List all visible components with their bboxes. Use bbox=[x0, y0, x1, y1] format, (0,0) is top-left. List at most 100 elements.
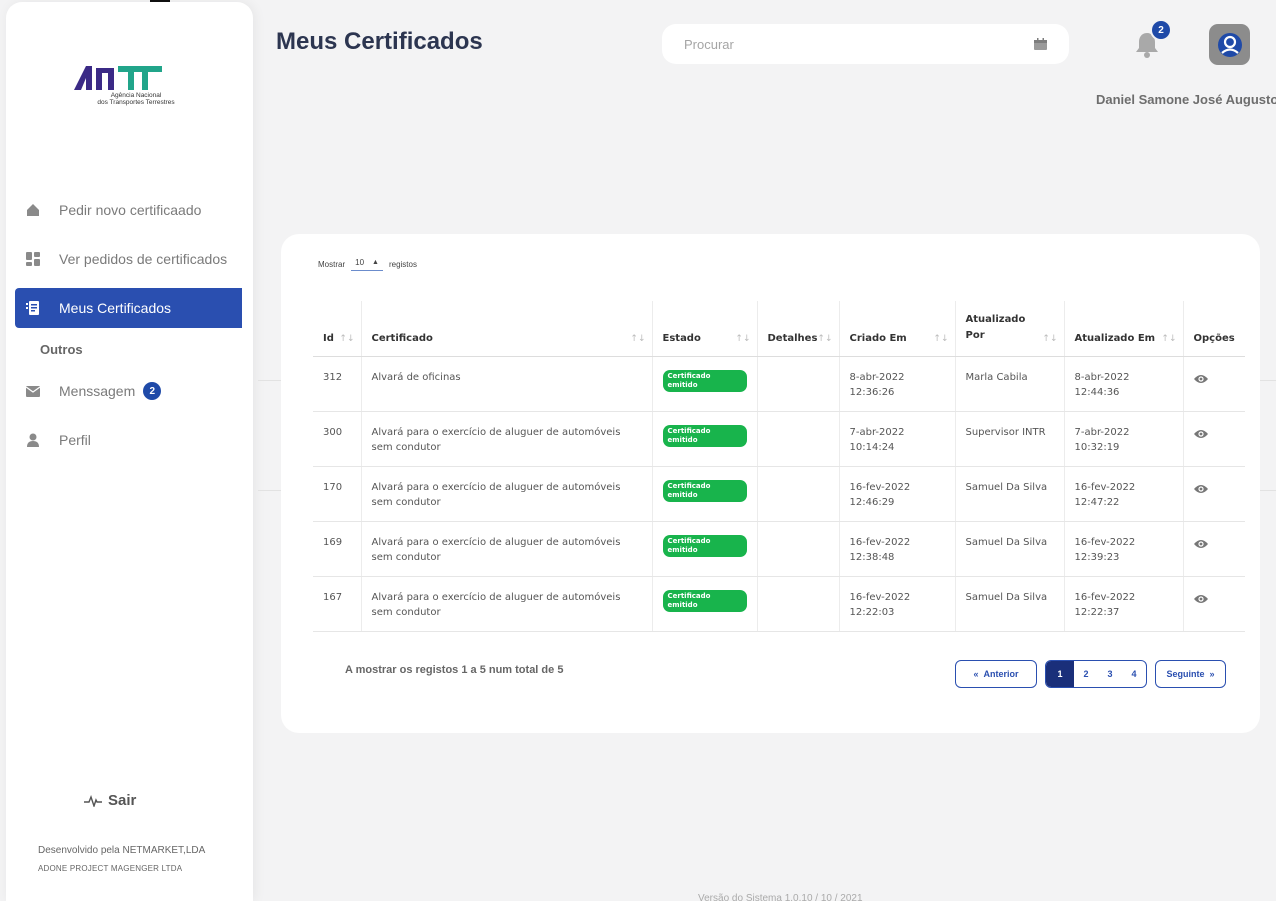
user-avatar-icon bbox=[1217, 32, 1242, 57]
certificates-table: Id ↑↓ Certificado ↑↓ Estado ↑↓ Detalhes ↑↓ C… bbox=[313, 301, 1245, 632]
sort-icon: ↑↓ bbox=[1042, 333, 1058, 344]
view-eye-icon[interactable] bbox=[1193, 539, 1208, 554]
cell-opcoes bbox=[1183, 576, 1245, 632]
sort-icon: ↑↓ bbox=[630, 333, 646, 344]
sidebar-item-perfil[interactable]: Perfil bbox=[6, 420, 253, 460]
cell-estado: Certificado emitido bbox=[652, 466, 758, 522]
cell-certificado: Alvará para o exercício de aluguer de au… bbox=[361, 411, 653, 467]
sort-icon: ↑↓ bbox=[339, 333, 355, 344]
created-date: 16-fev-2022 bbox=[849, 481, 911, 493]
next-page-button[interactable]: Seguinte » bbox=[1155, 660, 1226, 688]
home-icon bbox=[26, 203, 40, 217]
cell-estado: Certificado emitido bbox=[652, 356, 758, 412]
column-header-detalhes[interactable]: Detalhes ↑↓ bbox=[757, 301, 840, 357]
page-size-value: 10 bbox=[355, 258, 365, 267]
logout-button[interactable]: Sair bbox=[84, 792, 136, 809]
cell-detalhes bbox=[757, 356, 840, 412]
cell-certificado: Alvará de oficinas bbox=[361, 356, 653, 412]
column-header-criado-em[interactable]: Criado Em ↑↓ bbox=[839, 301, 956, 357]
status-badge: Certificado emitido bbox=[662, 534, 747, 557]
sidebar-item-meus-certificados[interactable]: Meus Certificados bbox=[15, 288, 242, 328]
created-time: 10:14:24 bbox=[849, 441, 895, 453]
pagination: « Anterior 1 2 3 4 Seguinte » bbox=[955, 660, 1226, 688]
cell-certificado: Alvará para o exercício de aluguer de au… bbox=[361, 466, 653, 522]
mail-icon bbox=[26, 384, 40, 398]
developer-credits: Desenvolvido pela NETMARKET,LDA ADONE PR… bbox=[38, 842, 205, 878]
view-eye-icon[interactable] bbox=[1193, 429, 1208, 444]
cell-detalhes bbox=[757, 466, 840, 522]
page-button-4[interactable]: 4 bbox=[1122, 661, 1146, 687]
cell-atualizado-em: 16-fev-2022 12:39:23 bbox=[1064, 521, 1184, 577]
page-button-2[interactable]: 2 bbox=[1074, 661, 1098, 687]
cell-atualizado-por: Samuel Da Silva bbox=[955, 521, 1065, 577]
updated-date: 16-fev-2022 bbox=[1074, 536, 1136, 548]
table-row: 170 Alvará para o exercício de aluguer d… bbox=[313, 466, 1245, 522]
cell-estado: Certificado emitido bbox=[652, 576, 758, 632]
created-date: 16-fev-2022 bbox=[849, 591, 911, 603]
antt-logo: Agência Nacional dos Transportes Terrest… bbox=[72, 64, 202, 124]
created-time: 12:36:26 bbox=[849, 386, 895, 398]
page-button-3[interactable]: 3 bbox=[1098, 661, 1122, 687]
column-header-label: Estado bbox=[662, 332, 701, 344]
sidebar-item-ver-pedidos[interactable]: Ver pedidos de certificados bbox=[6, 239, 253, 279]
column-header-atualizado-em[interactable]: Atualizado Em ↑↓ bbox=[1064, 301, 1184, 357]
table-row: 169 Alvará para o exercício de aluguer d… bbox=[313, 521, 1245, 577]
user-icon bbox=[26, 433, 40, 447]
created-time: 12:38:48 bbox=[849, 551, 895, 563]
view-eye-icon[interactable] bbox=[1193, 594, 1208, 609]
cell-id: 300 bbox=[313, 411, 362, 467]
column-header-atualizado-por[interactable]: Atualizado Por ↑↓ bbox=[955, 301, 1065, 357]
cell-id: 312 bbox=[313, 356, 362, 412]
certificate-icon bbox=[26, 301, 40, 315]
sort-icon: ↑↓ bbox=[933, 333, 949, 344]
page-button-1[interactable]: 1 bbox=[1046, 661, 1074, 687]
cell-atualizado-por: Samuel Da Silva bbox=[955, 466, 1065, 522]
updated-time: 12:22:37 bbox=[1074, 606, 1120, 618]
cell-atualizado-por: Samuel Da Silva bbox=[955, 576, 1065, 632]
column-header-id[interactable]: Id ↑↓ bbox=[313, 301, 362, 357]
updated-date: 8-abr-2022 bbox=[1074, 371, 1130, 383]
column-header-opcoes: Opções bbox=[1183, 301, 1245, 357]
cell-opcoes bbox=[1183, 411, 1245, 467]
column-header-label: Certificado bbox=[371, 332, 433, 344]
cell-detalhes bbox=[757, 411, 840, 467]
cell-opcoes bbox=[1183, 356, 1245, 412]
column-header-label: Criado Em bbox=[849, 332, 907, 344]
column-header-label: Atualizado Por bbox=[965, 313, 1026, 341]
column-header-certificado[interactable]: Certificado ↑↓ bbox=[361, 301, 653, 357]
avatar[interactable] bbox=[1209, 24, 1250, 65]
page-size-control: Mostrar 10 ▲︎ registos bbox=[318, 258, 417, 271]
cell-id: 169 bbox=[313, 521, 362, 577]
sidebar-item-label: Meus Certificados bbox=[59, 300, 172, 316]
sidebar-item-label: Menssagem bbox=[59, 383, 136, 399]
sidebar-section-title: Outros bbox=[40, 342, 83, 357]
dashboard-icon bbox=[26, 252, 40, 266]
show-label: Mostrar bbox=[318, 260, 346, 269]
sidebar-item-pedir-novo[interactable]: Pedir novo certificaado bbox=[6, 190, 253, 230]
status-badge: Certificado emitido bbox=[662, 424, 747, 447]
view-eye-icon[interactable] bbox=[1193, 484, 1208, 499]
column-header-estado[interactable]: Estado ↑↓ bbox=[652, 301, 758, 357]
records-label: registos bbox=[388, 260, 417, 269]
page-size-select[interactable]: 10 ▲︎ bbox=[351, 258, 383, 271]
calendar-icon[interactable] bbox=[1034, 38, 1047, 50]
created-date: 8-abr-2022 bbox=[849, 371, 905, 383]
logo-subtitle-2: dos Transportes Terrestres bbox=[97, 99, 175, 106]
search-input[interactable] bbox=[684, 36, 984, 52]
previous-page-button[interactable]: « Anterior bbox=[955, 660, 1037, 688]
column-header-label: Atualizado Em bbox=[1074, 332, 1156, 344]
cell-estado: Certificado emitido bbox=[652, 521, 758, 577]
view-eye-icon[interactable] bbox=[1193, 374, 1208, 389]
cell-certificado: Alvará para o exercício de aluguer de au… bbox=[361, 521, 653, 577]
sidebar-item-mensagem[interactable]: Menssagem 2 bbox=[6, 371, 253, 411]
sort-icon: ↑↓ bbox=[1161, 333, 1177, 344]
cell-atualizado-em: 8-abr-2022 12:44:36 bbox=[1064, 356, 1184, 412]
updated-time: 10:32:19 bbox=[1074, 441, 1120, 453]
message-count-badge: 2 bbox=[143, 382, 162, 400]
status-badge: Certificado emitido bbox=[662, 369, 747, 392]
dev-line-2: ADONE PROJECT MAGENGER LTDA bbox=[38, 864, 183, 873]
cell-opcoes bbox=[1183, 466, 1245, 522]
status-badge: Certificado emitido bbox=[662, 589, 747, 612]
records-summary: A mostrar os registos 1 a 5 num total de… bbox=[345, 664, 564, 676]
cell-detalhes bbox=[757, 521, 840, 577]
